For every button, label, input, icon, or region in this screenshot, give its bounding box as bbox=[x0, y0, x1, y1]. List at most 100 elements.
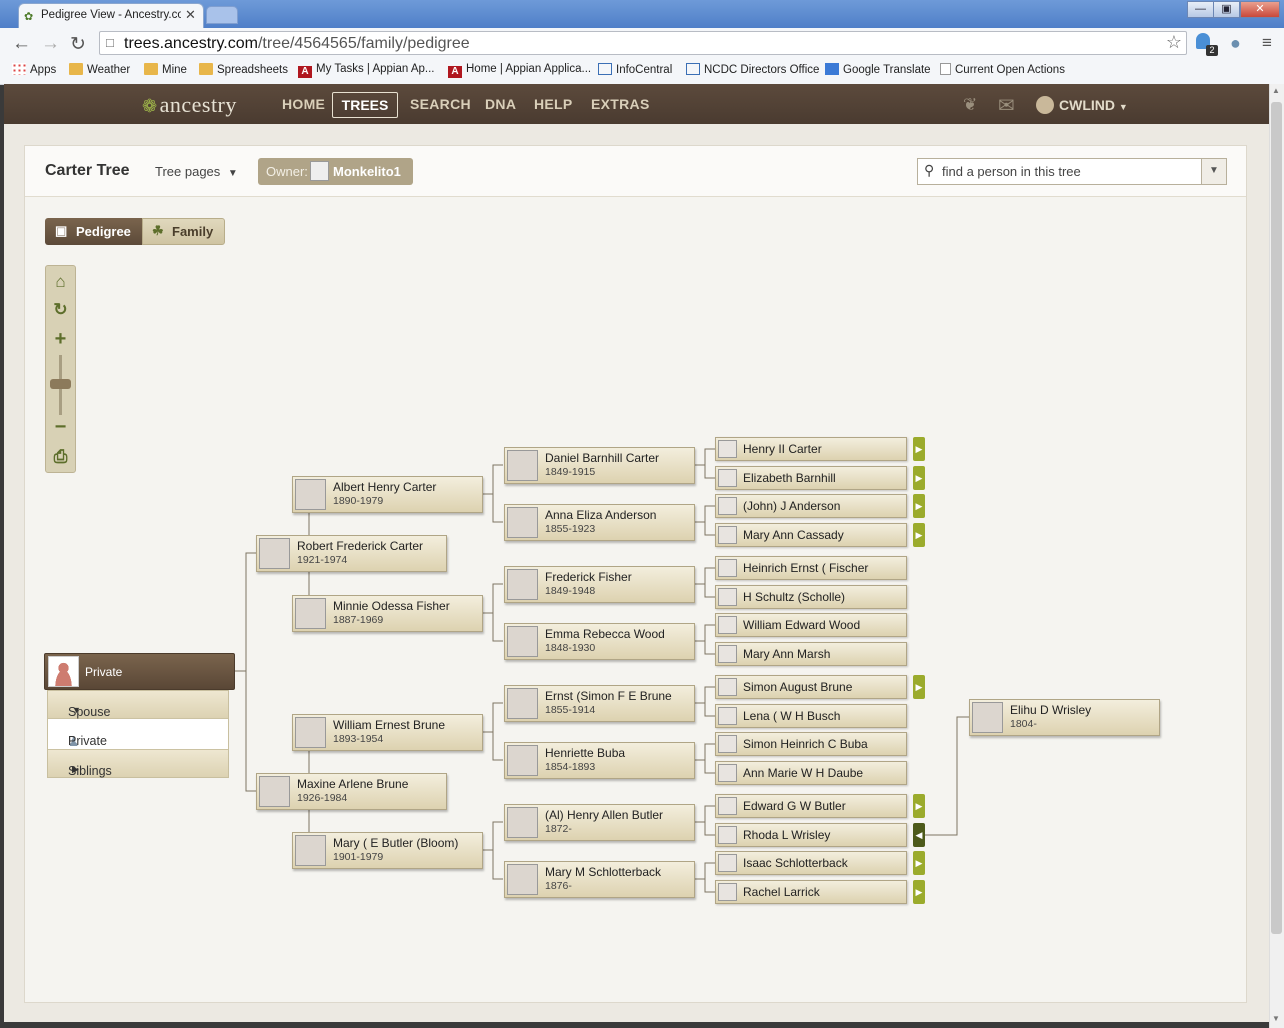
person-name: Heinrich Ernst ( Fischer bbox=[743, 561, 869, 575]
person-dates: 1901-1979 bbox=[333, 851, 384, 863]
person-name: Rhoda L Wrisley bbox=[743, 828, 831, 842]
expand-arrow-icon[interactable]: ▶ bbox=[913, 880, 925, 904]
person-card-anna[interactable]: Anna Eliza Anderson 1855-1923 bbox=[504, 504, 695, 541]
menu-label: Private bbox=[68, 734, 107, 748]
person-card-edward-butler[interactable]: Edward G W Butler bbox=[715, 794, 907, 818]
person-dates: 1890-1979 bbox=[333, 495, 384, 507]
person-card-rachel-larrick[interactable]: Rachel Larrick bbox=[715, 880, 907, 904]
person-card-william[interactable]: William Ernest Brune 1893-1954 bbox=[292, 714, 483, 751]
male-silhouette-icon bbox=[718, 735, 737, 753]
person-name: Mary M Schlotterback bbox=[545, 865, 662, 879]
person-photo bbox=[718, 588, 737, 606]
person-card-robert[interactable]: Robert Frederick Carter 1921-1974 bbox=[256, 535, 447, 572]
person-photo bbox=[718, 440, 737, 458]
person-card-john-anderson[interactable]: (John) J Anderson bbox=[715, 494, 907, 518]
person-card-mary-schlotterback[interactable]: Mary M Schlotterback 1876- bbox=[504, 861, 695, 898]
person-name: Simon Heinrich C Buba bbox=[743, 737, 868, 751]
person-dates: 1849-1948 bbox=[545, 585, 596, 597]
person-photo bbox=[295, 598, 326, 629]
person-name: Minnie Odessa Fisher bbox=[333, 599, 450, 613]
person-name: Private bbox=[85, 665, 123, 679]
person-card-elihu-wrisley[interactable]: Elihu D Wrisley 1804- bbox=[969, 699, 1160, 736]
person-card-henriette[interactable]: Henriette Buba 1854-1893 bbox=[504, 742, 695, 779]
person-card-simon-brune[interactable]: Simon August Brune bbox=[715, 675, 907, 699]
person-dates: 1804- bbox=[1010, 718, 1037, 730]
person-photo bbox=[295, 835, 326, 866]
person-card-maxine[interactable]: Maxine Arlene Brune 1926-1984 bbox=[256, 773, 447, 810]
expand-arrow-icon[interactable]: ▶ bbox=[913, 675, 925, 699]
person-name: Elizabeth Barnhill bbox=[743, 471, 836, 485]
person-name: Mary ( E Butler (Bloom) bbox=[333, 836, 459, 850]
person-card-daniel[interactable]: Daniel Barnhill Carter 1849-1915 bbox=[504, 447, 695, 484]
male-silhouette-icon bbox=[718, 797, 737, 815]
female-silhouette-icon bbox=[507, 864, 538, 895]
female-silhouette-icon bbox=[507, 745, 538, 776]
person-card-h-schultz[interactable]: H Schultz (Scholle) bbox=[715, 585, 907, 609]
person-name: Ernst (Simon F E Brune bbox=[545, 689, 672, 703]
male-silhouette-icon bbox=[718, 854, 737, 872]
person-card-ann-marie-daube[interactable]: Ann Marie W H Daube bbox=[715, 761, 907, 785]
female-silhouette-icon bbox=[718, 883, 737, 901]
person-name: Robert Frederick Carter bbox=[297, 539, 424, 553]
person-name: Mary Ann Marsh bbox=[743, 647, 831, 661]
person-card-al-butler[interactable]: (Al) Henry Allen Butler 1872- bbox=[504, 804, 695, 841]
person-card-isaac-schlotterback[interactable]: Isaac Schlotterback bbox=[715, 851, 907, 875]
male-silhouette-icon bbox=[718, 678, 737, 696]
person-card-mary-butler[interactable]: Mary ( E Butler (Bloom) 1901-1979 bbox=[292, 832, 483, 869]
person-name: Maxine Arlene Brune bbox=[297, 777, 409, 791]
siblings-menu[interactable]: Siblings ▶ bbox=[48, 750, 228, 778]
person-photo bbox=[718, 497, 737, 515]
person-photo bbox=[718, 559, 737, 577]
person-card-simon-buba[interactable]: Simon Heinrich C Buba bbox=[715, 732, 907, 756]
person-card-frederick[interactable]: Frederick Fisher 1849-1948 bbox=[504, 566, 695, 603]
person-dates: 1887-1969 bbox=[333, 614, 384, 626]
person-card-heinrich-fischer[interactable]: Heinrich Ernst ( Fischer bbox=[715, 556, 907, 580]
person-card-william-wood[interactable]: William Edward Wood bbox=[715, 613, 907, 637]
person-photo bbox=[507, 507, 538, 538]
person-card-emma[interactable]: Emma Rebecca Wood 1848-1930 bbox=[504, 623, 695, 660]
collapse-arrow-icon[interactable]: ◀ bbox=[913, 823, 925, 847]
person-photo bbox=[507, 626, 538, 657]
person-card-mary-ann-marsh[interactable]: Mary Ann Marsh bbox=[715, 642, 907, 666]
expand-arrow-icon[interactable]: ▶ bbox=[913, 794, 925, 818]
person-dates: 1893-1954 bbox=[333, 733, 384, 745]
person-name: Elihu D Wrisley bbox=[1010, 703, 1092, 717]
person-dates: 1855-1914 bbox=[545, 704, 596, 716]
spouse-item-private[interactable]: ♟ Private bbox=[48, 719, 228, 750]
person-card-henry-carter[interactable]: Henry II Carter bbox=[715, 437, 907, 461]
spouse-children-menu[interactable]: Spouse & Children ▼ bbox=[48, 691, 228, 747]
person-name: Lena ( W H Busch bbox=[743, 709, 841, 723]
person-name: (Al) Henry Allen Butler bbox=[545, 808, 664, 822]
expand-arrow-icon[interactable]: ▶ bbox=[913, 437, 925, 461]
expand-arrow-icon[interactable]: ▶ bbox=[913, 851, 925, 875]
person-dates: 1848-1930 bbox=[545, 642, 596, 654]
person-name: Edward G W Butler bbox=[743, 799, 846, 813]
root-person-menu: Spouse & Children ▼ ♟ Private Siblings ▶ bbox=[47, 690, 229, 778]
person-name: Frederick Fisher bbox=[545, 570, 632, 584]
expand-arrow-icon[interactable]: ▶ bbox=[913, 523, 925, 547]
person-card-ernst[interactable]: Ernst (Simon F E Brune 1855-1914 bbox=[504, 685, 695, 722]
person-dates: 1872- bbox=[545, 823, 572, 835]
person-name: (John) J Anderson bbox=[743, 499, 841, 513]
person-card-rhoda-wrisley[interactable]: Rhoda L Wrisley bbox=[715, 823, 907, 847]
person-name: Simon August Brune bbox=[743, 680, 853, 694]
male-silhouette-icon bbox=[718, 616, 737, 634]
person-photo bbox=[507, 569, 538, 600]
expand-arrow-icon[interactable]: ▶ bbox=[913, 466, 925, 490]
female-silhouette-icon bbox=[718, 764, 737, 782]
person-photo bbox=[507, 688, 538, 719]
root-person-card[interactable]: Private bbox=[44, 653, 235, 690]
person-card-albert[interactable]: Albert Henry Carter 1890-1979 bbox=[292, 476, 483, 513]
female-silhouette-icon bbox=[48, 656, 79, 687]
person-card-minnie[interactable]: Minnie Odessa Fisher 1887-1969 bbox=[292, 595, 483, 632]
person-dates: 1855-1923 bbox=[545, 523, 596, 535]
person-dates: 1876- bbox=[545, 880, 572, 892]
person-name: Emma Rebecca Wood bbox=[545, 627, 665, 641]
person-card-mary-ann-cassady[interactable]: Mary Ann Cassady bbox=[715, 523, 907, 547]
expand-arrow-icon[interactable]: ▶ bbox=[913, 494, 925, 518]
person-name: William Edward Wood bbox=[743, 618, 861, 632]
person-photo bbox=[295, 479, 326, 510]
person-card-lena-busch[interactable]: Lena ( W H Busch bbox=[715, 704, 907, 728]
person-dates: 1854-1893 bbox=[545, 761, 596, 773]
person-card-elizabeth-barnhill[interactable]: Elizabeth Barnhill bbox=[715, 466, 907, 490]
